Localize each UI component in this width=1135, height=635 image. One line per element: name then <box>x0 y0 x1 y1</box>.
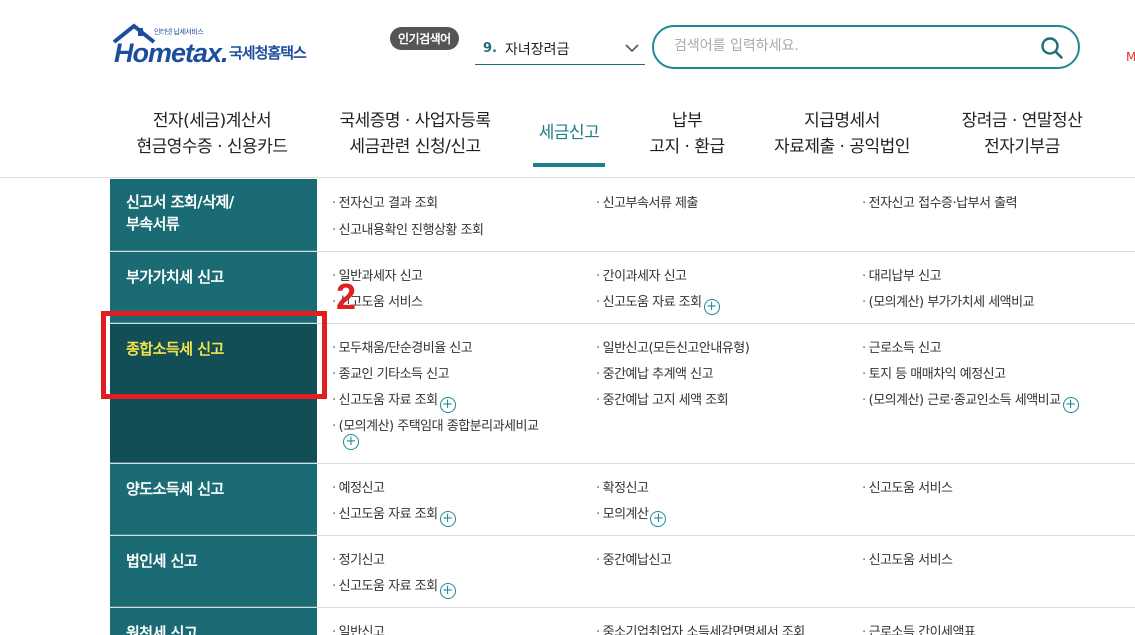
nav-item-tax-filing[interactable]: 세금신고 <box>533 120 605 146</box>
popular-term: 자녀장려금 <box>504 41 570 58</box>
logo-tagline: 인터넷 납세서비스 <box>154 28 204 36</box>
menu-link[interactable]: 신고도움 자료 조회 <box>332 393 438 408</box>
logo-wordmark: Hometax. <box>114 38 229 68</box>
search-input[interactable] <box>674 38 1034 54</box>
nav-item-payment[interactable]: 납부 고지 · 환급 <box>644 108 730 160</box>
menu-link[interactable]: 간이과세자 신고 <box>596 265 687 284</box>
plus-circle-icon[interactable]: + <box>439 583 456 599</box>
nav-label-line2: 전자기부금 <box>984 137 1060 157</box>
menu-link-group: (모의계산) 근로·종교인소득 세액비교+ <box>862 389 1079 413</box>
menu-link[interactable]: 중간예납신고 <box>596 549 672 568</box>
plus-circle-icon[interactable]: + <box>1062 397 1079 413</box>
menu-category[interactable]: 원천세 신고 <box>110 608 317 635</box>
nav-label-line1: 전자(세금)계산서 <box>152 111 272 131</box>
nav-label-line1: 납부 <box>671 111 703 131</box>
menu-category[interactable]: 법인세 신고 <box>110 536 317 607</box>
tax-filing-menu: 신고서 조회/삭제/ 부속서류 전자신고 결과 조회 신고부속서류 제출 전자신… <box>110 179 1135 635</box>
menu-link[interactable]: 전자신고 결과 조회 <box>332 192 438 211</box>
annotation-highlight-box <box>101 311 327 399</box>
menu-link[interactable]: 신고도움 서비스 <box>862 477 953 496</box>
menu-link[interactable]: 중간예납 고지 세액 조회 <box>596 389 729 408</box>
menu-link[interactable]: 중간예납 추계액 신고 <box>596 363 714 382</box>
menu-link-group: 신고도움 자료 조회+ <box>332 575 456 599</box>
annotation-step-number: 2 <box>336 276 357 317</box>
menu-category[interactable]: 양도소득세 신고 <box>110 464 317 535</box>
category-label: 부가가치세 신고 <box>126 268 224 286</box>
category-label: 양도소득세 신고 <box>126 480 224 498</box>
menu-category[interactable]: 신고서 조회/삭제/ 부속서류 <box>110 179 317 251</box>
nav-label-line2: 세금관련 신청/신고 <box>349 137 481 157</box>
popular-rank: 9. <box>483 41 497 56</box>
menu-link[interactable]: 신고도움 자료 조회 <box>332 507 438 522</box>
category-label: 법인세 신고 <box>126 552 198 570</box>
plus-circle-icon[interactable]: + <box>343 434 359 450</box>
menu-link[interactable]: 신고부속서류 제출 <box>596 192 699 211</box>
nav-label-line2: 자료제출 · 공익법인 <box>774 137 910 157</box>
nav-label-line1: 세금신고 <box>538 123 600 143</box>
menu-link[interactable]: 전자신고 접수증·납부서 출력 <box>862 192 1018 211</box>
nav-item-payment-statement[interactable]: 지급명세서 자료제출 · 공익법인 <box>768 108 916 160</box>
menu-link[interactable]: (모의계산) 근로·종교인소득 세액비교 <box>862 393 1061 408</box>
menu-link[interactable]: 모두채움/단순경비율 신고 <box>332 337 473 356</box>
menu-link[interactable]: 토지 등 매매차익 예정신고 <box>862 363 1006 382</box>
menu-link[interactable]: (모의계산) 주택임대 종합분리과세비교 <box>332 415 539 434</box>
menu-link-group: 모의계산+ <box>596 503 667 527</box>
plus-circle-icon[interactable]: + <box>703 299 720 315</box>
main-navigation: 전자(세금)계산서 현금영수증 · 신용카드 국세증명 · 사업자등록 세금관련… <box>0 100 1135 178</box>
category-label: 신고서 조회/삭제/ 부속서류 <box>126 193 234 233</box>
nav-label-line1: 지급명세서 <box>804 111 880 131</box>
menu-link-group: 신고도움 자료 조회+ <box>332 503 456 527</box>
menu-link[interactable]: 종교인 기타소득 신고 <box>332 363 450 382</box>
popular-search-dropdown[interactable]: 9. 자녀장려금 <box>475 33 645 65</box>
menu-link[interactable]: 일반신고 <box>332 621 385 635</box>
search-box <box>652 25 1080 69</box>
menu-link[interactable]: 중소기업취업자 소득세감면명세서 조회 <box>596 621 806 635</box>
menu-row-capital-gains: 양도소득세 신고 예정신고 확정신고 신고도움 서비스 신고도움 자료 조회+ … <box>110 464 1135 536</box>
menu-link[interactable]: 정기신고 <box>332 549 385 568</box>
active-tab-indicator <box>533 163 605 167</box>
plus-circle-icon[interactable]: + <box>439 397 456 413</box>
plus-circle-icon[interactable]: + <box>439 511 456 527</box>
menu-link-group: 신고도움 자료 조회+ <box>332 389 456 413</box>
menu-link[interactable]: 신고도움 서비스 <box>862 549 953 568</box>
menu-link-group: 신고도움 자료 조회+ <box>596 291 720 315</box>
menu-link[interactable]: 신고도움 자료 조회 <box>596 295 702 310</box>
category-label: 원천세 신고 <box>126 624 198 635</box>
menu-row-return-inquiry: 신고서 조회/삭제/ 부속서류 전자신고 결과 조회 신고부속서류 제출 전자신… <box>110 179 1135 252</box>
menu-link[interactable]: 근로소득 간이세액표 <box>862 621 976 635</box>
nav-label-line1: 장려금 · 연말정산 <box>961 111 1083 131</box>
menu-link[interactable]: 근로소득 신고 <box>862 337 942 356</box>
nav-item-e-invoice[interactable]: 전자(세금)계산서 현금영수증 · 신용카드 <box>132 108 292 160</box>
menu-link[interactable]: (모의계산) 부가가치세 세액비교 <box>862 291 1035 310</box>
logo-korean-name: 국세청홈택스 <box>229 44 307 62</box>
nav-item-incentives[interactable]: 장려금 · 연말정산 전자기부금 <box>956 108 1088 160</box>
menu-link[interactable]: 신고내용확인 진행상황 조회 <box>332 219 484 238</box>
search-icon[interactable] <box>1040 36 1064 60</box>
nav-label-line1: 국세증명 · 사업자등록 <box>339 111 491 131</box>
plus-circle-icon[interactable]: + <box>650 511 667 527</box>
nav-item-certificates[interactable]: 국세증명 · 사업자등록 세금관련 신청/신고 <box>334 108 496 160</box>
menu-link[interactable]: 모의계산 <box>596 507 649 522</box>
menu-link[interactable]: 예정신고 <box>332 477 385 496</box>
hometax-logo[interactable]: 인터넷 납세서비스 Hometax. 국세청홈택스 <box>112 22 327 72</box>
cut-off-header-text: M <box>1126 50 1135 64</box>
menu-row-corporate-tax: 법인세 신고 정기신고 중간예납신고 신고도움 서비스 신고도움 자료 조회+ <box>110 536 1135 608</box>
popular-search-badge: 인기검색어 <box>390 27 459 50</box>
menu-link[interactable]: 일반신고(모든신고안내유형) <box>596 337 750 356</box>
menu-link[interactable]: 대리납부 신고 <box>862 265 942 284</box>
chevron-down-icon <box>625 44 639 53</box>
nav-label-line2: 고지 · 환급 <box>649 137 725 157</box>
nav-label-line2: 현금영수증 · 신용카드 <box>136 137 288 157</box>
menu-row-withholding-tax: 원천세 신고 일반신고 중소기업취업자 소득세감면명세서 조회 근로소득 간이세… <box>110 608 1135 635</box>
menu-link[interactable]: 신고도움 자료 조회 <box>332 579 438 594</box>
menu-link[interactable]: 확정신고 <box>596 477 649 496</box>
